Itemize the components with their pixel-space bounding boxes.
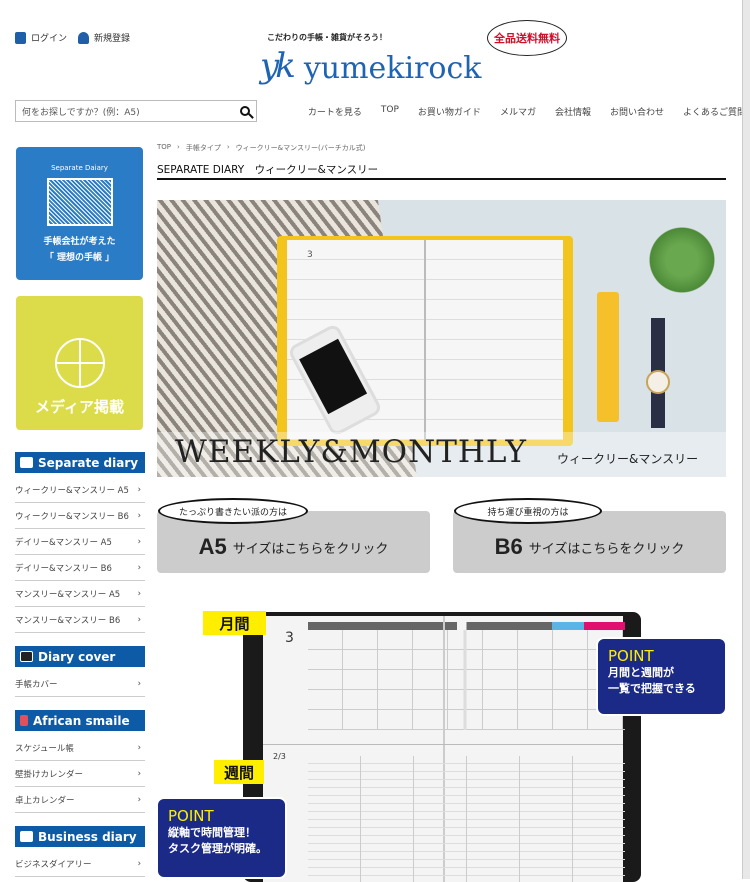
sidebar-item[interactable]: マンスリー&マンスリー A5 › [15, 581, 145, 607]
chevron-right-icon: › [137, 768, 141, 779]
diary-spread-image: 3 2/3 [243, 612, 641, 882]
title-divider [157, 178, 726, 180]
login-link[interactable]: ログイン [15, 31, 67, 44]
hero-title-ja: ウィークリー&マンスリー [557, 452, 699, 466]
free-shipping-badge: 全品送料無料 [487, 20, 567, 56]
chevron-right-icon: › [137, 588, 141, 599]
sidebar-item[interactable]: デイリー&マンスリー A5 › [15, 529, 145, 555]
chevron-right-icon: › [137, 858, 141, 869]
search-input[interactable]: 何をお探しですか？(例：A5) [15, 100, 257, 122]
section-business-diary: Business diary [15, 826, 145, 847]
monthly-label: 月間 [203, 611, 266, 635]
book-icon [20, 831, 33, 842]
nav-guide[interactable]: お買い物ガイド [418, 105, 481, 118]
a5-speech-bubble: たっぷり書きたい派の方は [158, 498, 308, 524]
figure-icon [20, 715, 28, 726]
media-banner[interactable]: メディア掲載 [16, 296, 143, 430]
tagline: こだわりの手帳・雑貨がそろう！ [267, 33, 387, 42]
chevron-right-icon: › [137, 484, 141, 495]
breadcrumb-top[interactable]: TOP [157, 143, 171, 153]
books-icon [20, 651, 33, 662]
user-icon [78, 31, 89, 44]
page-title: SEPARATE DIARY ウィークリー&マンスリー [157, 164, 379, 176]
breadcrumb: TOP › 手帳タイプ › ウィークリー&マンスリー(バーチカル式) [157, 143, 366, 153]
breadcrumb-type[interactable]: 手帳タイプ [186, 143, 221, 153]
nav-faq[interactable]: よくあるご質問 [683, 105, 746, 118]
chevron-right-icon: › [137, 614, 141, 625]
logo[interactable]: yk yumekirock [260, 46, 481, 86]
chevron-right-icon: › [137, 794, 141, 805]
register-link[interactable]: 新規登録 [78, 31, 130, 44]
hand-cream-tube [597, 292, 619, 422]
sidebar-item[interactable]: ウィークリー&マンスリー B6 › [15, 503, 145, 529]
succulent-plant [647, 220, 717, 300]
chevron-right-icon: › [137, 562, 141, 573]
global-nav: カートを見る TOP お買い物ガイド メルマガ 会社情報 お問い合わせ よくある… [289, 105, 746, 118]
breadcrumb-current: ウィークリー&マンスリー(バーチカル式) [235, 144, 366, 152]
scrollbar[interactable] [742, 0, 750, 879]
sidebar-item[interactable]: マンスリー&マンスリー B6 › [15, 607, 145, 633]
sidebar-item[interactable]: デイリー&マンスリー B6 › [15, 555, 145, 581]
lock-icon [15, 31, 26, 44]
search-icon[interactable] [240, 106, 250, 116]
section-separate-diary: Separate diary [15, 452, 145, 473]
sidebar-item[interactable]: ビジネスダイアリー › [15, 851, 145, 877]
globe-icon [54, 338, 105, 388]
sidebar-item[interactable]: スケジュール帳 › [15, 735, 145, 761]
chevron-right-icon: › [137, 742, 141, 753]
wristwatch [646, 318, 670, 428]
weekly-label: 週間 [214, 760, 264, 784]
point-callout-weekly: POINT 縦軸で時間管理！ タスク管理が明確。 [156, 797, 287, 879]
hero-image: 3 WEEKLY&MONTHLY ウィークリー&マンスリー [157, 200, 726, 477]
hero-title-en: WEEKLY&MONTHLY [175, 434, 528, 470]
chevron-right-icon: › [137, 678, 141, 689]
point-callout-monthly: POINT 月間と週間が 一覧で把握できる [596, 637, 727, 716]
ideal-diary-banner[interactable]: Separate Daiary 手帳会社が考えた 「 理想の手帳 」 [16, 147, 143, 280]
chevron-right-icon: › [137, 510, 141, 521]
section-african-smaile: African smaile [15, 710, 145, 731]
nav-company[interactable]: 会社情報 [555, 105, 591, 118]
chevron-right-icon: › [137, 536, 141, 547]
diary-icon [20, 457, 33, 468]
section-diary-cover: Diary cover [15, 646, 145, 667]
open-book-icon [46, 178, 113, 226]
sidebar-item[interactable]: ウィークリー&マンスリー A5 › [15, 477, 145, 503]
sidebar-item[interactable]: 卓上カレンダー › [15, 787, 145, 813]
sidebar-item[interactable]: 壁掛けカレンダー › [15, 761, 145, 787]
sidebar-nav: Separate diary ウィークリー&マンスリー A5 › ウィークリー&マ… [15, 452, 145, 877]
b6-speech-bubble: 持ち運び重視の方は [454, 498, 602, 524]
nav-contact[interactable]: お問い合わせ [610, 105, 664, 118]
nav-newsletter[interactable]: メルマガ [500, 105, 536, 118]
nav-cart[interactable]: カートを見る [308, 105, 362, 118]
nav-top[interactable]: TOP [381, 105, 399, 118]
sidebar-item[interactable]: 手帳カバー › [15, 671, 145, 697]
